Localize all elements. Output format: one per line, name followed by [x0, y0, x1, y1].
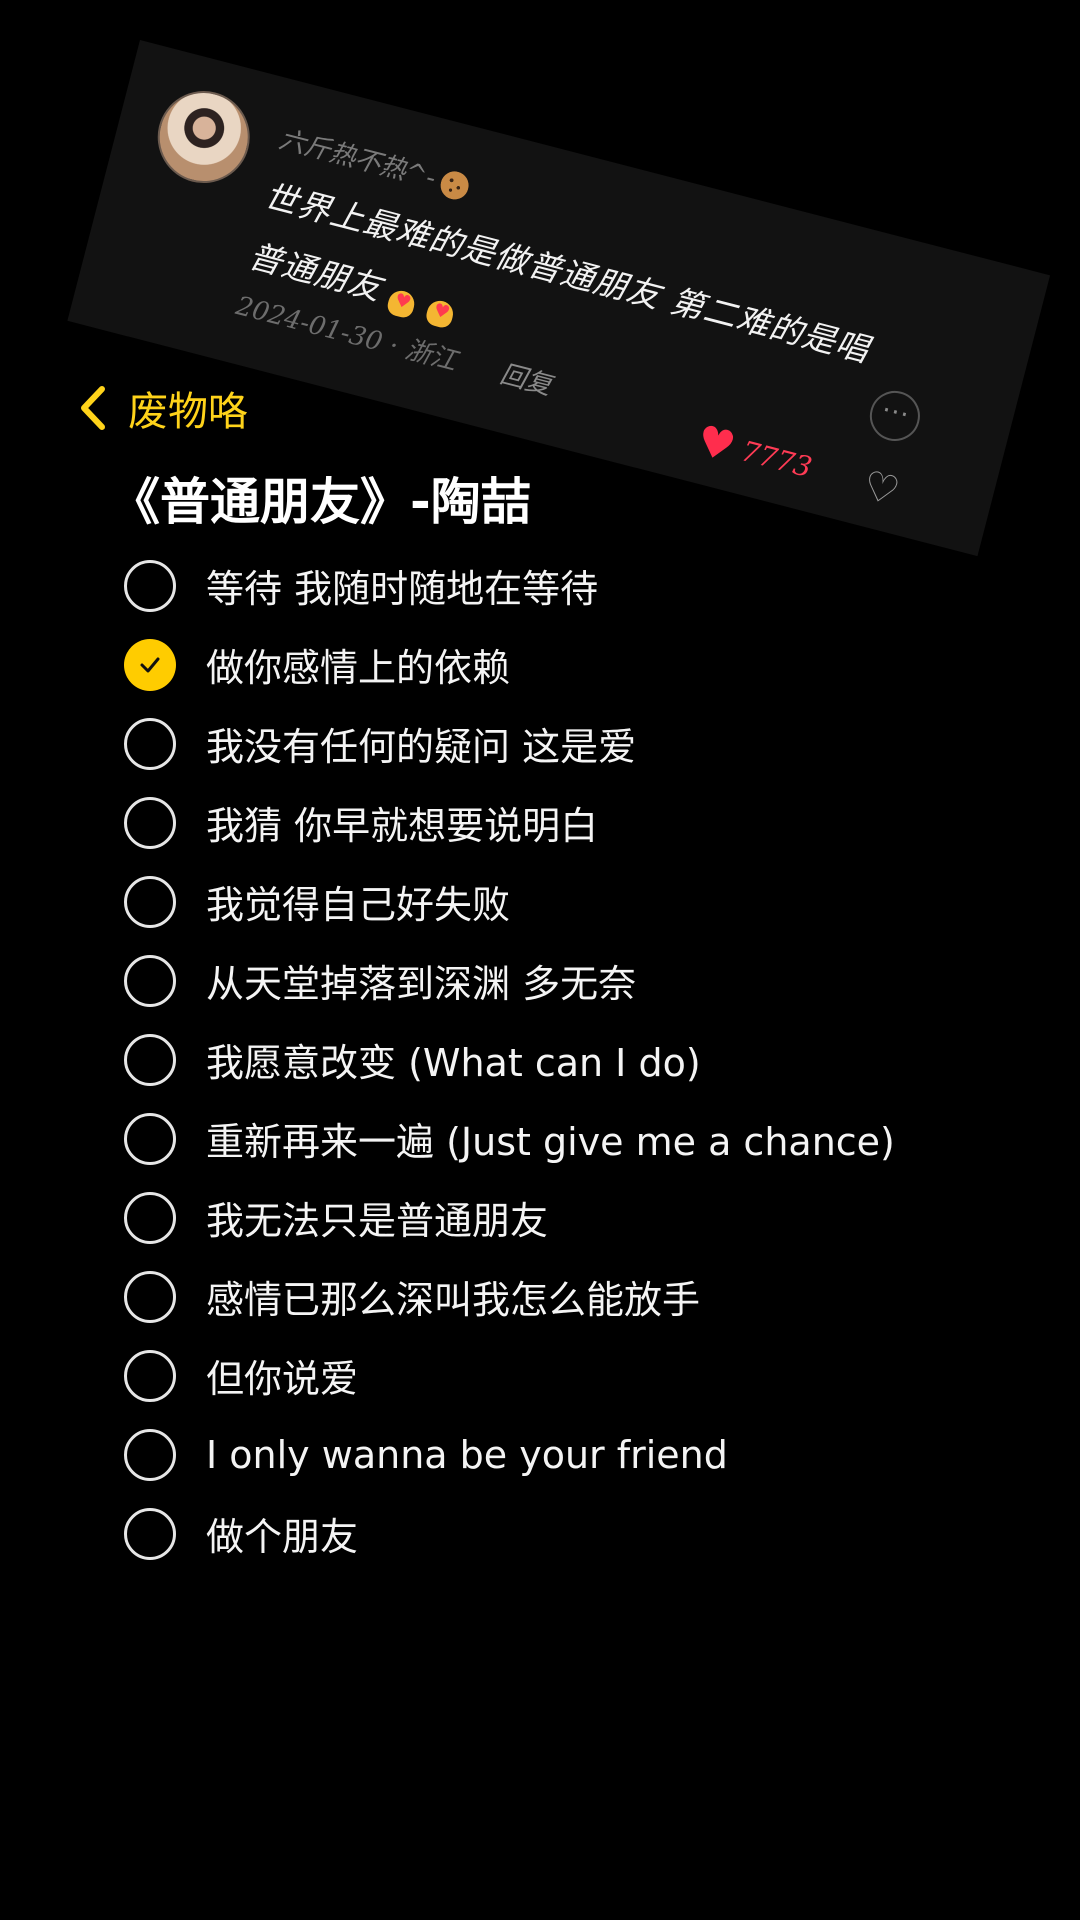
- checklist-item-label: 我觉得自己好失败: [206, 883, 511, 927]
- checklist-item[interactable]: 我觉得自己好失败: [124, 862, 1044, 941]
- heart-hand-icon: [420, 283, 463, 330]
- checklist-item-label: 我无法只是普通朋友: [206, 1199, 549, 1243]
- checklist-item-label: I only wanna be your friend: [206, 1432, 728, 1477]
- checklist-item[interactable]: 重新再来一遍 (Just give me a chance): [124, 1099, 1044, 1178]
- unchecked-checkbox[interactable]: [124, 1428, 176, 1481]
- checklist-item-label: 等待 我随时随地在等待: [206, 567, 599, 611]
- checklist-item-label: 我没有任何的疑问 这是爱: [206, 725, 637, 769]
- unchecked-checkbox[interactable]: [124, 717, 176, 770]
- unchecked-checkbox[interactable]: [124, 954, 176, 1007]
- checklist-item-label: 做你感情上的依赖: [206, 646, 511, 690]
- unchecked-checkbox[interactable]: [124, 1507, 176, 1560]
- checklist-item-label: 感情已那么深叫我怎么能放手: [206, 1278, 701, 1322]
- broken-heart-icon[interactable]: ♡: [858, 462, 904, 516]
- avatar[interactable]: [147, 80, 260, 194]
- heart-hand-icon: [382, 273, 425, 320]
- unchecked-checkbox[interactable]: [124, 875, 176, 928]
- checklist-item[interactable]: 但你说爱: [124, 1336, 1044, 1415]
- checklist-item-label: 我猜 你早就想要说明白: [206, 804, 599, 848]
- checklist-item[interactable]: 我无法只是普通朋友: [124, 1178, 1044, 1257]
- checklist-item-label: 我愿意改变 (What can I do): [206, 1041, 701, 1085]
- reply-button[interactable]: 回复: [497, 359, 555, 401]
- chevron-left-icon: [81, 386, 105, 430]
- checklist-item[interactable]: 从天堂掉落到深渊 多无奈: [124, 941, 1044, 1020]
- checklist-item[interactable]: 我愿意改变 (What can I do): [124, 1020, 1044, 1099]
- unchecked-checkbox[interactable]: [124, 796, 176, 849]
- checkmark-icon: [140, 657, 160, 672]
- checked-checkbox[interactable]: [124, 638, 176, 691]
- checklist-item[interactable]: 等待 我随时随地在等待: [124, 546, 1044, 625]
- checklist-item[interactable]: 我猜 你早就想要说明白: [124, 783, 1044, 862]
- checklist-item-label: 做个朋友: [206, 1515, 359, 1559]
- lyric-checklist: 等待 我随时随地在等待 做你感情上的依赖我没有任何的疑问 这是爱 我猜 你早就想要说…: [124, 546, 1044, 1573]
- checklist-item[interactable]: 做你感情上的依赖: [124, 625, 1044, 704]
- unchecked-checkbox[interactable]: [124, 1112, 176, 1165]
- unchecked-checkbox[interactable]: [124, 1349, 176, 1402]
- like-count: 7773: [737, 434, 816, 485]
- back-button[interactable]: 废物咯: [76, 378, 248, 438]
- unchecked-checkbox[interactable]: [124, 559, 176, 612]
- checklist-item-label: 重新再来一遍 (Just give me a chance): [206, 1120, 895, 1164]
- checklist-item[interactable]: I only wanna be your friend: [124, 1415, 1044, 1494]
- checklist-item[interactable]: 感情已那么深叫我怎么能放手: [124, 1257, 1044, 1336]
- unchecked-checkbox[interactable]: [124, 1191, 176, 1244]
- page-title: 《普通朋友》-陶喆: [110, 473, 531, 531]
- checklist-item[interactable]: 我没有任何的疑问 这是爱: [124, 704, 1044, 783]
- unchecked-checkbox[interactable]: [124, 1033, 176, 1086]
- back-label: 废物咯: [128, 389, 248, 435]
- heart-icon: ♥: [691, 415, 741, 473]
- checklist-item-label: 但你说爱: [206, 1357, 359, 1401]
- cookie-icon: [437, 168, 472, 203]
- unchecked-checkbox[interactable]: [124, 1270, 176, 1323]
- checklist-item[interactable]: 做个朋友: [124, 1494, 1044, 1573]
- checklist-item-label: 从天堂掉落到深渊 多无奈: [206, 962, 637, 1006]
